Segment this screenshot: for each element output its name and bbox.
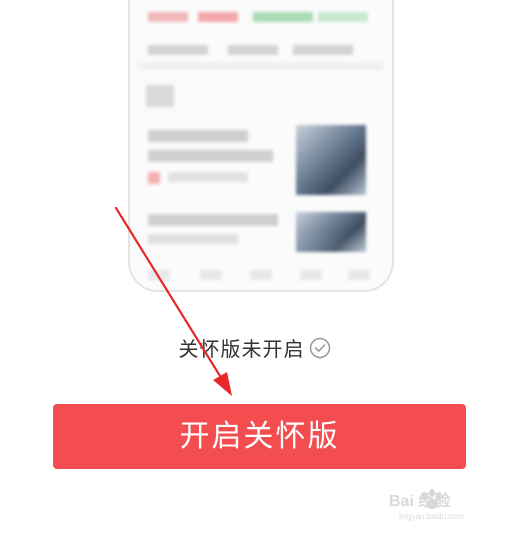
preview-block [168,172,248,182]
check-circle-icon [309,337,331,359]
preview-block [148,172,160,184]
preview-block [198,12,238,22]
preview-block [148,45,208,55]
preview-block [146,85,174,107]
preview-block [228,45,278,55]
svg-text:jingyan.baidu.com: jingyan.baidu.com [398,512,464,521]
preview-block [148,150,273,162]
care-mode-page: 关怀版未开启 开启关怀版 Bai 经验 jingyan.baidu.com [0,0,509,538]
preview-block [318,12,368,22]
enable-care-mode-button[interactable]: 开启关怀版 [53,404,466,469]
preview-thumbnail [296,125,366,195]
preview-block [148,130,248,142]
status-text: 关怀版未开启 [178,337,305,361]
phone-preview [128,0,394,292]
care-mode-status: 关怀版未开启 [0,333,509,362]
preview-block [253,12,313,22]
preview-block [148,12,188,22]
preview-block [293,45,353,55]
preview-divider [138,62,384,70]
preview-fade [130,230,392,290]
baidu-jingyan-watermark: Bai 经验 jingyan.baidu.com [379,484,479,524]
svg-text:Bai 经验: Bai 经验 [389,491,451,510]
preview-block [148,214,278,226]
